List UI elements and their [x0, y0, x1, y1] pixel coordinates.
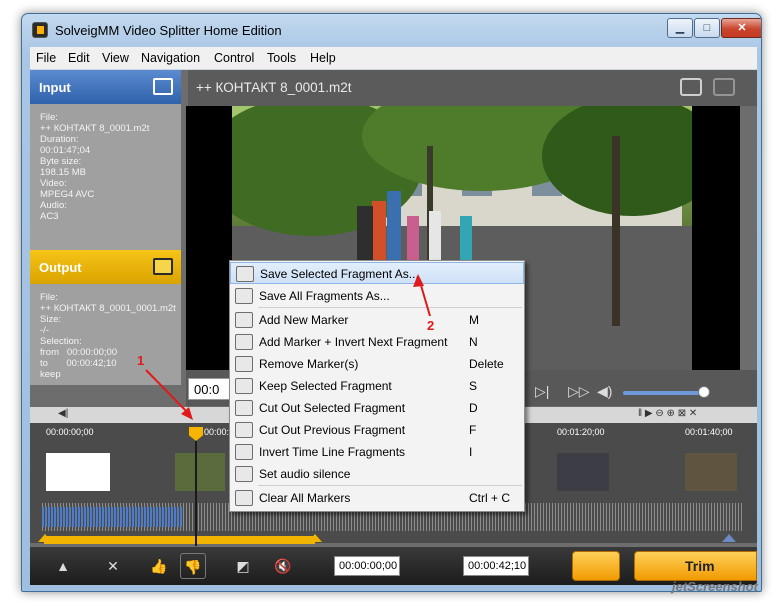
annotation-arrow-2 [419, 281, 431, 317]
watermark: jetScreenshot [672, 579, 758, 594]
annotation-arrowhead-2 [413, 274, 424, 287]
annotation-arrows [145, 274, 431, 420]
annotation-arrow-1 [145, 369, 191, 416]
